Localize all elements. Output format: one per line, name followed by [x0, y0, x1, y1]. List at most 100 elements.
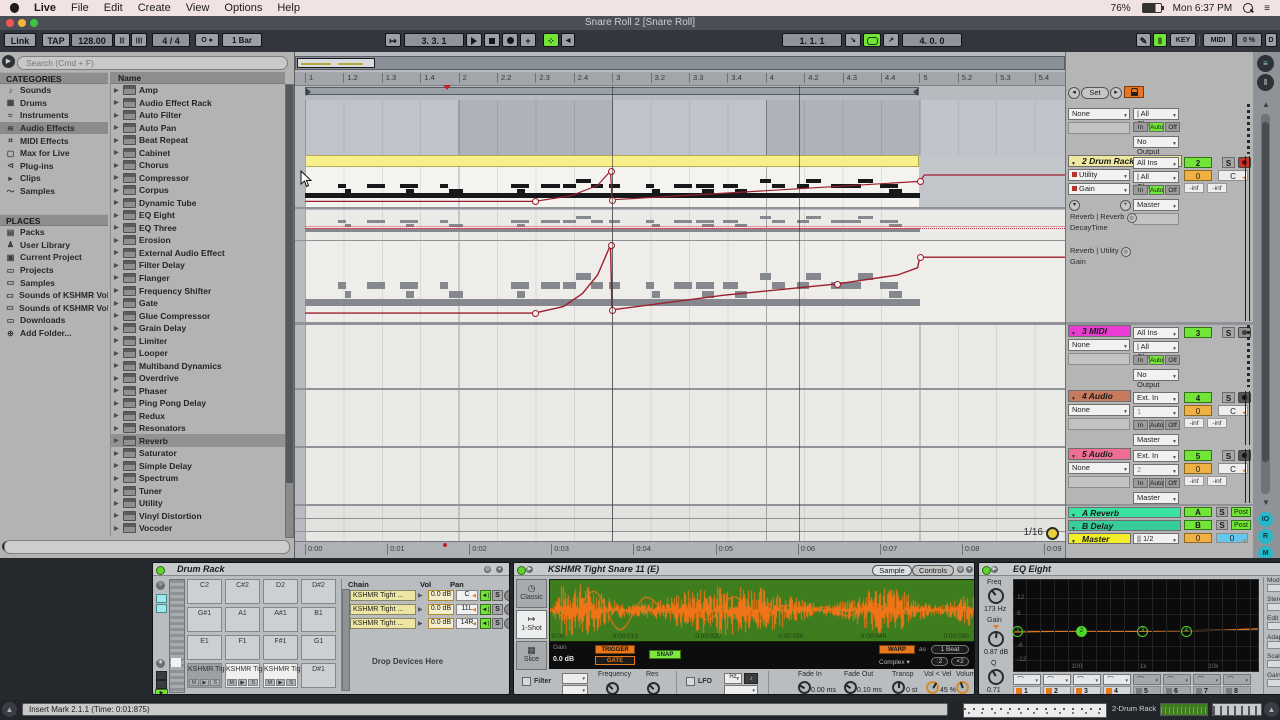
lane2-chooser-icon[interactable]: ◎: [1120, 247, 1131, 257]
chain-hotswap-icon[interactable]: [504, 618, 509, 629]
eq-title-bar[interactable]: ▶ EQ Eight: [979, 563, 1280, 576]
loop-length-display[interactable]: 4. 0. 0: [902, 33, 962, 47]
place-item[interactable]: ▣ Current Project: [0, 251, 108, 264]
quantize-menu[interactable]: 1 Bar: [222, 33, 262, 47]
t3-activator[interactable]: 3: [1184, 327, 1212, 338]
macro-icon[interactable]: ◎: [156, 581, 165, 590]
place-item[interactable]: ⊕ Add Folder...: [0, 327, 108, 340]
device-item[interactable]: ▶ Amp: [111, 84, 286, 97]
disclosure-triangle-icon[interactable]: ▶: [114, 462, 120, 469]
menubar-clock[interactable]: Mon 6:37 PM: [1173, 3, 1232, 14]
menu-create[interactable]: Create: [138, 2, 171, 14]
device-item[interactable]: ▶ EQ Three: [111, 222, 286, 235]
drum-pad[interactable]: C#2 M ▶ S: [225, 579, 260, 604]
place-item[interactable]: ▤ Packs: [0, 226, 108, 239]
eq-side-item[interactable]: Scale: [1267, 653, 1280, 672]
record-button[interactable]: [502, 33, 518, 47]
device-item[interactable]: ▶ Redux: [111, 409, 286, 422]
t4-input-channel[interactable]: 1: [1133, 406, 1179, 419]
device-chain-tab[interactable]: 2-Drum Rack: [1112, 704, 1156, 713]
t2-fold-button[interactable]: ▾: [1069, 200, 1080, 211]
filter-slope-dd[interactable]: [562, 685, 588, 694]
device-thumbnail-eq[interactable]: [1212, 703, 1262, 716]
drum-pad[interactable]: D#2 M ▶ S: [301, 579, 336, 604]
hotswap-icon[interactable]: ◎: [484, 566, 491, 573]
return-a-solo[interactable]: S: [1216, 507, 1228, 517]
lane1-device-label[interactable]: Reverb | Reverb ◎: [1070, 212, 1137, 223]
arrangement-overview[interactable]: [295, 56, 1065, 70]
loop-switch[interactable]: [863, 33, 881, 47]
t5-device-chooser[interactable]: None: [1068, 462, 1130, 475]
lock-icon[interactable]: ●: [966, 566, 973, 573]
padview-toggle-icon[interactable]: [156, 604, 167, 613]
eq-band-active-square[interactable]: [1196, 688, 1202, 694]
res-knob[interactable]: [647, 682, 660, 694]
volvel-value[interactable]: 45 %: [940, 687, 956, 694]
t5-name-bar[interactable]: 5 Audio: [1068, 448, 1131, 463]
device-item[interactable]: ▶ Resonators: [111, 422, 286, 435]
drum-pad[interactable]: C2 M ▶ S: [187, 579, 222, 604]
t2-output-chooser[interactable]: Master: [1133, 199, 1179, 212]
eq-band-active-square[interactable]: [1226, 688, 1232, 694]
close-window-button[interactable]: [6, 19, 14, 27]
device-item[interactable]: ▶ Flanger: [111, 272, 286, 285]
t2-solo-button[interactable]: S: [1222, 157, 1235, 168]
hide-device-view-icon[interactable]: ▲: [1264, 702, 1279, 717]
track-1-lane[interactable]: [305, 100, 1065, 155]
chain-volume[interactable]: 0.0 dB: [428, 618, 454, 629]
eq-gain-knob[interactable]: [988, 631, 1004, 647]
t2-pan[interactable]: C: [1218, 170, 1248, 184]
t1-monitor[interactable]: In Auto Off: [1133, 122, 1180, 132]
disclosure-triangle-icon[interactable]: ▶: [114, 149, 120, 156]
track-4-lane[interactable]: [305, 390, 1065, 446]
disclosure-triangle-icon[interactable]: ▶: [114, 174, 120, 181]
drum-pad[interactable]: KSHMR Tight M ▶ S: [263, 663, 306, 688]
device-item[interactable]: ▶ Glue Compressor: [111, 309, 286, 322]
disclosure-triangle-icon[interactable]: ▶: [114, 375, 120, 382]
chain-activator-icon[interactable]: ◄): [480, 590, 491, 601]
preview-icon[interactable]: ▶: [526, 566, 533, 573]
chain-activator-icon[interactable]: ◄): [480, 604, 491, 615]
device-item[interactable]: ▶ Multiband Dynamics: [111, 359, 286, 372]
t3-device-chooser[interactable]: None: [1068, 339, 1130, 352]
eq-side-item[interactable]: Edit: [1267, 615, 1280, 634]
drum-pad[interactable]: G1 M ▶ S: [301, 635, 336, 660]
tab-controls[interactable]: Controls: [912, 565, 954, 576]
return-a-post-toggle[interactable]: Post: [1231, 507, 1251, 517]
eq-band-filter-dd[interactable]: [1043, 674, 1071, 685]
tempo-display[interactable]: 128.00: [71, 33, 113, 47]
t5-solo-button[interactable]: S: [1222, 450, 1235, 461]
disclosure-triangle-icon[interactable]: ▶: [114, 337, 120, 344]
frequency-knob[interactable]: [606, 682, 619, 694]
beat-time-ruler[interactable]: 1 1.2 1.3 1.4 2 2.2 2.3 2.4 3 3.2 3.3 3.4 4 4.2 4.3 4.4…: [295, 72, 1065, 86]
insert-marker[interactable]: [443, 85, 451, 94]
filter-type-dd[interactable]: [562, 673, 588, 684]
notification-center-icon[interactable]: ≡: [1264, 3, 1270, 14]
back-to-arrangement-button[interactable]: ◀: [561, 33, 575, 47]
pad-mute-button[interactable]: M: [189, 679, 199, 686]
t2-volume[interactable]: 0: [1184, 170, 1212, 181]
lock-envelopes-button[interactable]: [1124, 86, 1144, 98]
drum-pad[interactable]: F#1 M ▶ S: [263, 635, 298, 660]
t5-pan[interactable]: C: [1218, 463, 1248, 477]
eq-band-active-square[interactable]: [1136, 688, 1142, 694]
device-item[interactable]: ▶ Looper: [111, 347, 286, 360]
master-lane[interactable]: [305, 532, 1065, 541]
eq-band-cell[interactable]: 6: [1163, 674, 1191, 694]
t5-input-channel[interactable]: 2: [1133, 464, 1179, 477]
disclosure-triangle-icon[interactable]: ▶: [114, 437, 120, 444]
pad-solo-button[interactable]: S: [286, 679, 297, 686]
disclosure-triangle-icon[interactable]: ▶: [114, 124, 120, 131]
overview-zoom-box[interactable]: [297, 58, 375, 68]
return-b-solo[interactable]: S: [1216, 520, 1228, 530]
pad-preview-icon[interactable]: ▶: [275, 679, 286, 686]
disclosure-triangle-icon[interactable]: ▶: [114, 262, 120, 269]
disclosure-triangle-icon[interactable]: ▶: [114, 199, 120, 206]
device-item[interactable]: ▶ External Audio Effect: [111, 247, 286, 260]
chain-name[interactable]: KSHMR Tight ...: [350, 590, 416, 601]
eq-band-filter-dd[interactable]: [1103, 674, 1131, 685]
gain-envelope-breakpoints[interactable]: [305, 241, 1065, 322]
tap-tempo-button[interactable]: TAP: [42, 33, 70, 47]
KSHMR Tight ...[interactable]: KSHMR Tight ... ▶ 0.0 dB 11L ◄) S: [350, 604, 509, 618]
transp-value[interactable]: 0 st: [906, 687, 917, 694]
